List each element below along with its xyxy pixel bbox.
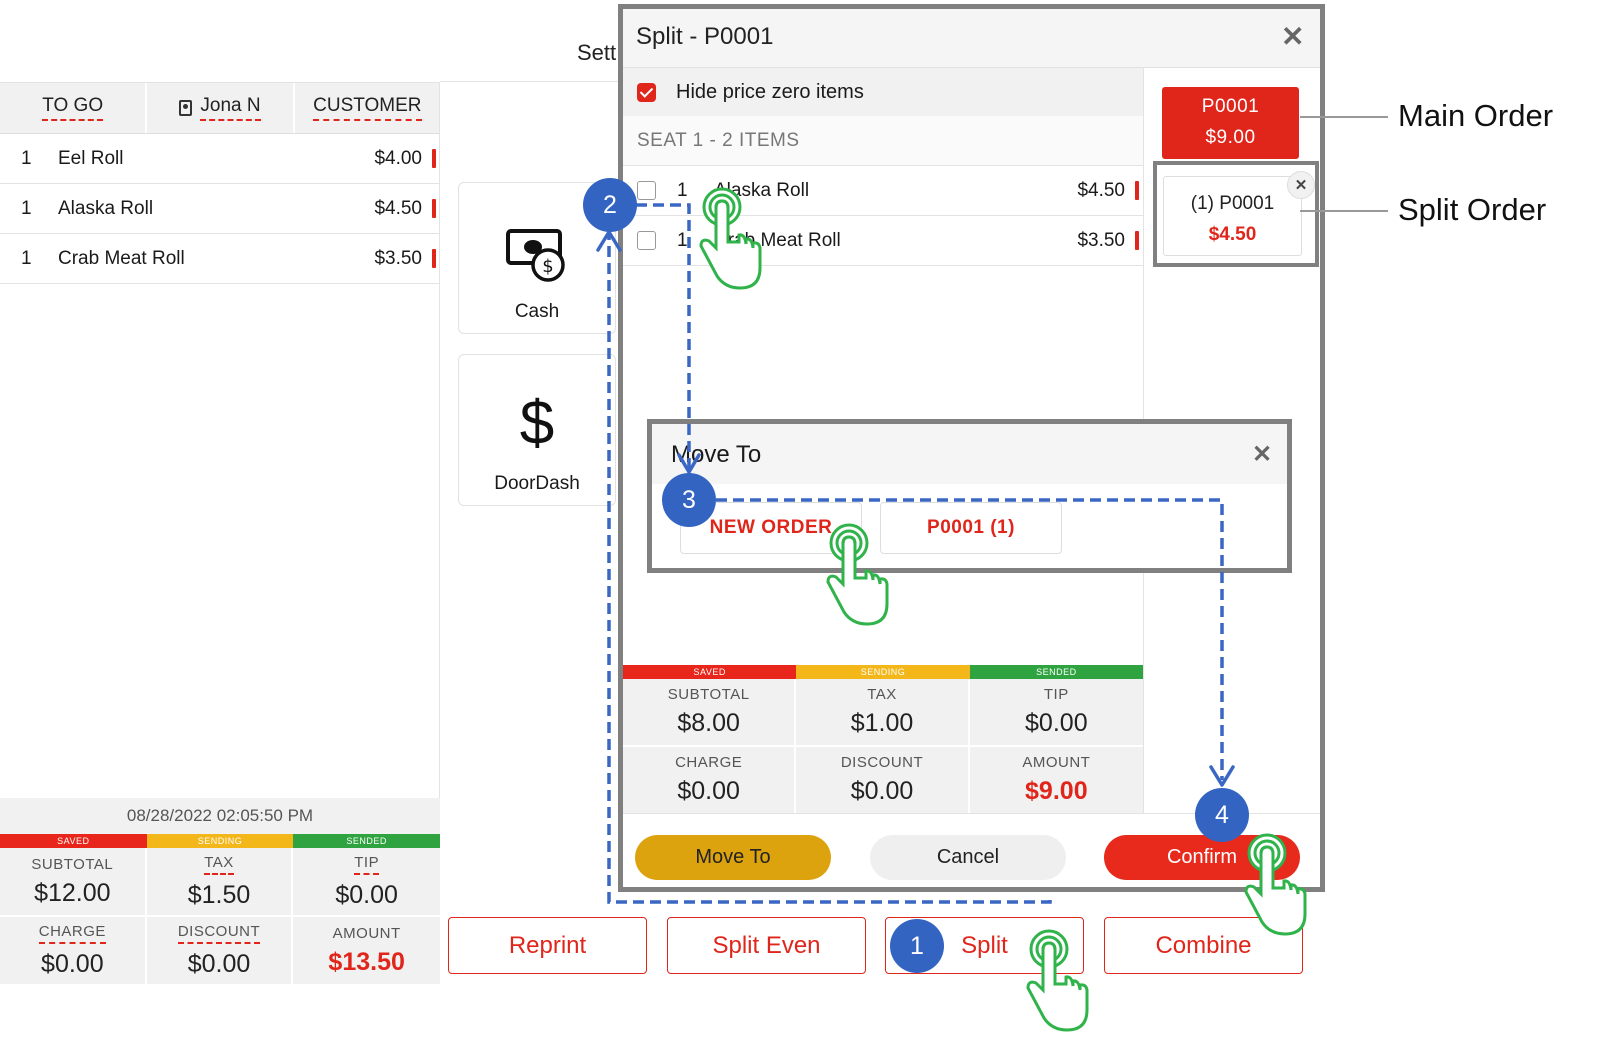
item-checkbox[interactable]: [637, 181, 656, 200]
status-legend: SAVED SENDING SENDED: [623, 665, 1143, 679]
status-saved: SAVED: [0, 834, 147, 848]
close-icon[interactable]: ✕: [1281, 23, 1304, 51]
tab-customer[interactable]: CUSTOMER: [295, 83, 440, 133]
main-order-callout: Main Order: [1398, 98, 1554, 133]
item-price: $3.50: [374, 247, 422, 269]
tab-to-go[interactable]: TO GO: [0, 83, 148, 133]
tip-cell[interactable]: TIP $0.00: [293, 848, 440, 917]
seat-header: SEAT 1 - 2 ITEMS: [623, 116, 1143, 166]
tax-cell[interactable]: TAX $1.50: [146, 848, 294, 917]
tax-cell: TAX $1.00: [796, 679, 970, 747]
tap-hand-icon: [1026, 929, 1089, 1032]
divider: [440, 81, 620, 82]
order-amount: $9.00: [1205, 127, 1256, 148]
status-marker: [1135, 231, 1139, 250]
dialog-title: Split - P0001: [636, 23, 774, 50]
dollar-icon: $: [519, 389, 555, 458]
order-datetime: 08/28/2022 02:05:50 PM: [0, 798, 440, 834]
move-to-button[interactable]: Move To: [635, 835, 831, 880]
contact-card-icon: [179, 100, 193, 116]
amount-cell: AMOUNT $13.50: [293, 917, 440, 986]
step-badge-1: 1: [890, 919, 944, 973]
order-item-row[interactable]: 1 Crab Meat Roll $3.50: [0, 234, 440, 284]
dialog-header: Split - P0001 ✕: [623, 9, 1320, 68]
tap-hand-icon: [699, 187, 762, 290]
item-qty: 1: [21, 247, 32, 269]
item-qty: 1: [21, 147, 32, 169]
item-price: $4.50: [1077, 179, 1125, 201]
settings-tab-partial[interactable]: Sett: [577, 40, 616, 66]
tap-hand-icon: [826, 523, 889, 626]
status-marker: [432, 199, 436, 218]
callout-line: [1300, 116, 1388, 118]
order-amount: $4.50: [1208, 224, 1257, 245]
split-order-callout: Split Order: [1398, 192, 1547, 227]
status-sending: SENDING: [146, 834, 294, 848]
payment-doordash-button[interactable]: $ DoorDash: [458, 354, 616, 506]
item-name: Alaska Roll: [58, 197, 154, 219]
item-name: Eel Roll: [58, 147, 124, 169]
item-price: $4.00: [374, 147, 422, 169]
checkbox-checked-icon[interactable]: [637, 82, 656, 102]
reprint-button[interactable]: Reprint: [448, 917, 647, 974]
charge-cell[interactable]: CHARGE $0.00: [0, 917, 147, 986]
item-name: Crab Meat Roll: [58, 247, 185, 269]
split-even-button[interactable]: Split Even: [667, 917, 866, 974]
item-price: $3.50: [1077, 229, 1125, 251]
step-badge-2: 2: [583, 178, 637, 232]
close-icon[interactable]: ✕: [1252, 441, 1272, 469]
step-badge-3: 3: [662, 473, 716, 527]
cash-icon: $: [506, 223, 568, 285]
status-sended: SENDED: [969, 665, 1143, 679]
status-legend: SAVED SENDING SENDED: [0, 834, 441, 848]
discount-cell[interactable]: DISCOUNT $0.00: [146, 917, 294, 986]
order-id: (1) P0001: [1190, 193, 1275, 214]
item-price: $4.50: [374, 197, 422, 219]
status-sending: SENDING: [796, 665, 970, 679]
existing-order-option[interactable]: P0001 (1): [880, 502, 1062, 554]
payment-label: Cash: [514, 301, 560, 322]
tap-hand-icon: [1244, 833, 1307, 936]
move-to-dialog: Move To ✕ NEW ORDER P0001 (1): [647, 419, 1292, 573]
status-marker: [1135, 181, 1139, 200]
order-panel: TO GO Jona N CUSTOMER 1 Eel Roll $4.00 1…: [0, 82, 441, 986]
order-item-row[interactable]: 1 Eel Roll $4.00: [0, 134, 440, 184]
order-tabs: TO GO Jona N CUSTOMER: [0, 83, 440, 134]
dialog-title: Move To: [671, 441, 762, 468]
split-order-card[interactable]: (1) P0001 $4.50: [1163, 176, 1302, 256]
order-item-list: 1 Eel Roll $4.00 1 Alaska Roll $4.50 1 C…: [0, 134, 440, 284]
payment-label: DoorDash: [494, 473, 580, 494]
status-marker: [432, 149, 436, 168]
callout-line: [1300, 210, 1388, 212]
item-qty: 1: [21, 197, 32, 219]
cancel-button[interactable]: Cancel: [870, 835, 1066, 880]
discount-cell: DISCOUNT $0.00: [796, 747, 970, 815]
hide-zero-toggle[interactable]: Hide price zero items: [623, 68, 1143, 116]
remove-split-icon[interactable]: ✕: [1287, 171, 1315, 199]
subtotal-cell: SUBTOTAL $12.00: [0, 848, 147, 917]
dialog-header: Move To ✕: [652, 424, 1287, 484]
hide-zero-label: Hide price zero items: [676, 80, 864, 103]
tab-server[interactable]: Jona N: [147, 83, 295, 133]
svg-text:$: $: [542, 256, 553, 277]
order-item-row[interactable]: 1 Alaska Roll $4.50: [0, 184, 440, 234]
tip-cell: TIP $0.00: [969, 679, 1143, 747]
status-marker: [432, 249, 436, 268]
main-order-card[interactable]: P0001 $9.00: [1162, 87, 1299, 159]
item-checkbox[interactable]: [637, 231, 656, 250]
amount-cell: AMOUNT $9.00: [969, 747, 1143, 815]
status-sended: SENDED: [293, 834, 441, 848]
order-id: P0001: [1201, 96, 1260, 117]
divider: [439, 83, 440, 798]
subtotal-cell: SUBTOTAL $8.00: [623, 679, 797, 747]
order-totals: SAVED SENDING SENDED SUBTOTAL $12.00 TAX $…: [0, 834, 441, 986]
charge-cell: CHARGE $0.00: [623, 747, 797, 815]
split-totals: SAVED SENDING SENDED SUBTOTAL $8.00 TAX $1…: [623, 665, 1143, 815]
status-saved: SAVED: [623, 665, 797, 679]
